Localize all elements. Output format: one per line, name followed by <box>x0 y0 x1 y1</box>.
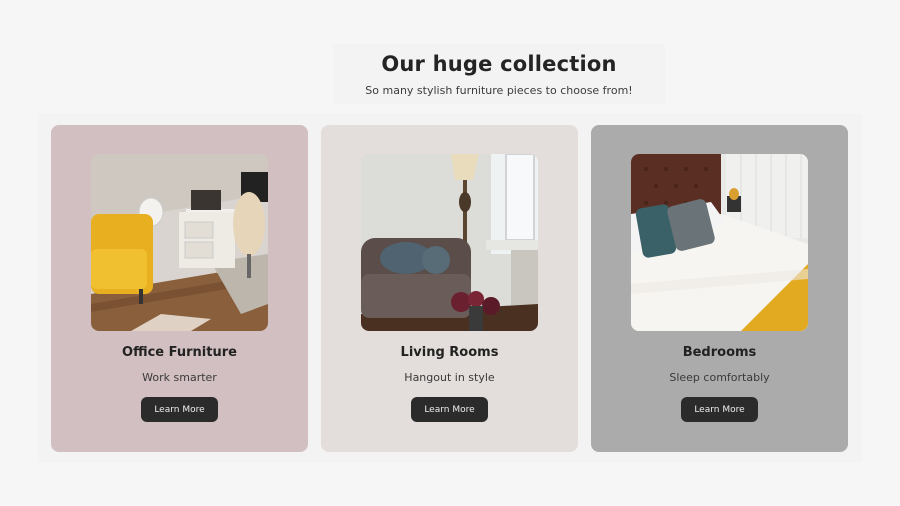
card-subtitle: Sleep comfortably <box>669 371 770 384</box>
card-title: Bedrooms <box>682 345 757 360</box>
card-title: Office Furniture <box>122 345 237 360</box>
card-office-furniture: Office Furniture Work smarter Learn More <box>51 125 308 452</box>
learn-more-button-bedrooms[interactable]: Learn More <box>681 397 758 422</box>
page-title: Our huge collection <box>381 52 617 76</box>
card-bedrooms: Bedrooms Sleep comfortably Learn More <box>591 125 848 452</box>
office-furniture-image <box>91 154 268 331</box>
collection-header: Our huge collection So many stylish furn… <box>333 44 665 104</box>
learn-more-button-living[interactable]: Learn More <box>411 397 488 422</box>
card-title: Living Rooms <box>400 345 499 360</box>
learn-more-button-office[interactable]: Learn More <box>141 397 218 422</box>
page-subtitle: So many stylish furniture pieces to choo… <box>365 84 633 97</box>
living-rooms-image <box>361 154 538 331</box>
bedrooms-image <box>631 154 808 331</box>
card-subtitle: Hangout in style <box>404 371 495 384</box>
card-living-rooms: Living Rooms Hangout in style Learn More <box>321 125 578 452</box>
card-subtitle: Work smarter <box>142 371 217 384</box>
